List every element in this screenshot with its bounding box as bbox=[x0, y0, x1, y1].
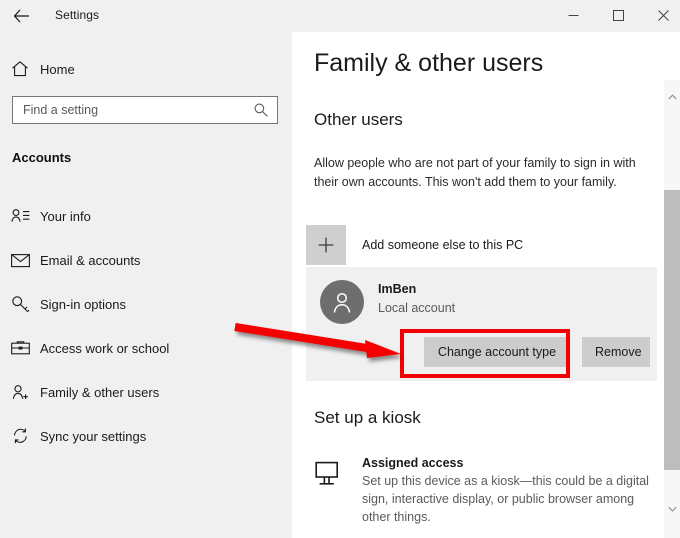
add-user-label: Add someone else to this PC bbox=[362, 238, 524, 252]
assigned-access-title: Assigned access bbox=[362, 456, 464, 470]
sync-icon bbox=[0, 427, 40, 445]
chevron-down-icon bbox=[667, 499, 677, 517]
sidebar-item-sign-in-options[interactable]: Sign-in options bbox=[0, 282, 292, 326]
search-icon bbox=[253, 102, 269, 123]
envelope-icon bbox=[0, 253, 40, 268]
person-avatar-icon bbox=[320, 280, 364, 324]
add-user-button[interactable]: Add someone else to this PC bbox=[306, 217, 656, 273]
main-content: Family & other users Other users Allow p… bbox=[292, 32, 680, 538]
minimize-button[interactable] bbox=[551, 0, 596, 31]
sidebar-item-sync-your-settings[interactable]: Sync your settings bbox=[0, 414, 292, 458]
person-add-icon bbox=[0, 384, 40, 401]
minimize-icon bbox=[568, 10, 579, 21]
key-icon bbox=[0, 295, 40, 313]
back-arrow-icon bbox=[13, 9, 30, 23]
scrollbar-thumb[interactable] bbox=[664, 190, 680, 470]
briefcase-icon bbox=[0, 340, 40, 356]
user-account-type: Local account bbox=[378, 301, 456, 315]
sidebar-section-title: Accounts bbox=[12, 150, 72, 165]
page-title: Family & other users bbox=[314, 49, 544, 77]
close-button[interactable] bbox=[641, 0, 680, 31]
home-icon bbox=[0, 60, 40, 78]
back-button[interactable] bbox=[8, 4, 34, 28]
kiosk-heading: Set up a kiosk bbox=[314, 408, 421, 427]
sidebar-item-your-info[interactable]: Your info bbox=[0, 194, 292, 238]
monitor-icon bbox=[314, 456, 362, 526]
sidebar-item-label: Family & other users bbox=[40, 384, 160, 400]
search-input[interactable] bbox=[23, 103, 238, 117]
assigned-access-description: Set up this device as a kiosk—this could… bbox=[362, 474, 649, 524]
sidebar-item-label: Sync your settings bbox=[40, 428, 147, 444]
maximize-button[interactable] bbox=[596, 0, 641, 31]
user-account-panel[interactable]: ImBen Local account Change account type … bbox=[306, 267, 657, 381]
sidebar-item-family-other-users[interactable]: Family & other users bbox=[0, 370, 292, 414]
title-bar: Settings bbox=[0, 0, 680, 32]
sidebar-item-label-home: Home bbox=[40, 61, 75, 77]
change-account-type-button[interactable]: Change account type bbox=[424, 337, 570, 367]
remove-account-button[interactable]: Remove bbox=[582, 337, 650, 367]
sidebar: Home Accounts Your info bbox=[0, 32, 292, 538]
close-icon bbox=[658, 10, 669, 21]
assigned-access-text: Assigned access Set up this device as a … bbox=[362, 456, 657, 526]
sidebar-item-label: Email & accounts bbox=[40, 252, 141, 268]
scroll-down-button[interactable] bbox=[664, 500, 680, 516]
plus-icon bbox=[306, 225, 346, 265]
account-info-icon bbox=[0, 208, 40, 224]
scroll-up-button[interactable] bbox=[664, 88, 680, 104]
sidebar-item-home[interactable]: Home bbox=[0, 54, 292, 84]
sidebar-item-email-accounts[interactable]: Email & accounts bbox=[0, 238, 292, 282]
sidebar-item-label: Sign-in options bbox=[40, 296, 126, 312]
search-box[interactable] bbox=[12, 96, 278, 124]
other-users-heading: Other users bbox=[314, 110, 403, 129]
chevron-up-icon bbox=[667, 87, 677, 105]
vertical-scrollbar[interactable] bbox=[664, 80, 680, 538]
app-title: Settings bbox=[55, 8, 100, 22]
user-name: ImBen bbox=[378, 282, 417, 296]
sidebar-nav-list: Your info Email & accounts Sign-in optio… bbox=[0, 194, 292, 458]
maximize-icon bbox=[613, 10, 624, 21]
sidebar-item-label: Access work or school bbox=[40, 340, 170, 356]
other-users-description: Allow people who are not part of your fa… bbox=[314, 156, 636, 189]
assigned-access-item[interactable]: Assigned access Set up this device as a … bbox=[314, 456, 654, 526]
sidebar-item-label: Your info bbox=[40, 208, 91, 224]
sidebar-item-access-work-school[interactable]: Access work or school bbox=[0, 326, 292, 370]
